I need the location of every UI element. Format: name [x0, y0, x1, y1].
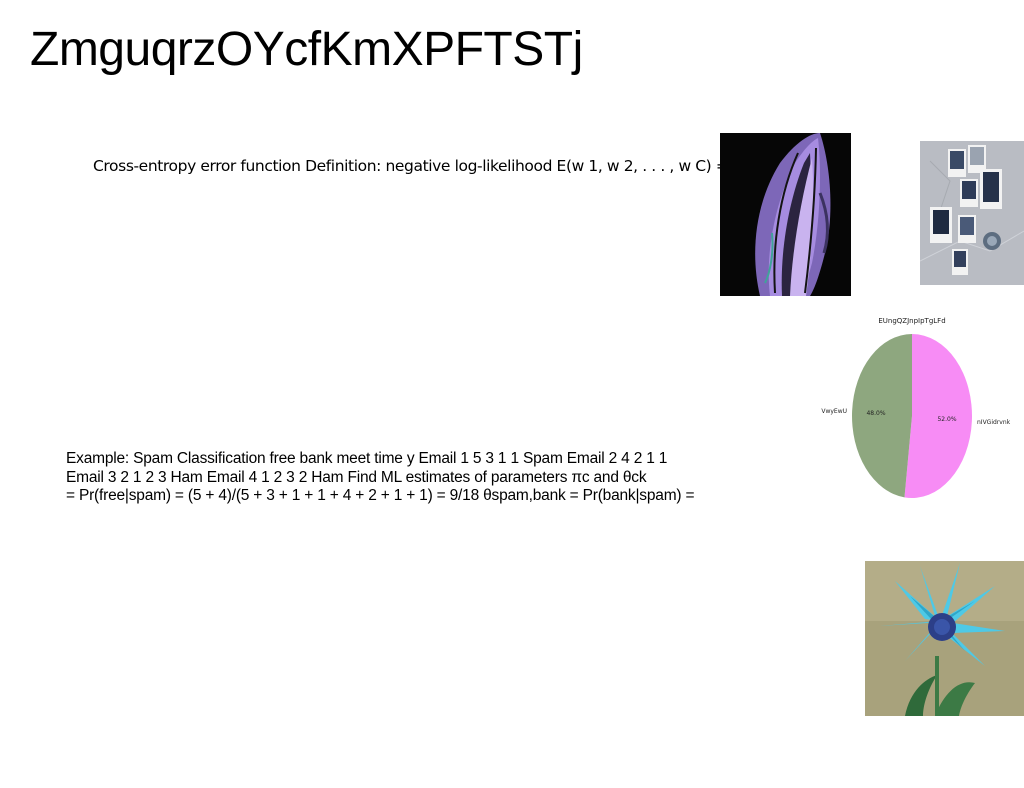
feather-image: [720, 133, 851, 296]
chart-title: EUngQZJnpIpTgLFd: [878, 317, 945, 325]
pie-chart-svg: EUngQZJnpIpTgLFd nIVGidrvnk VwyEwU 52.0%…: [821, 317, 1011, 498]
legend-label-nivgidrvnk: nIVGidrvnk: [977, 419, 1011, 426]
wall-photos-image: [920, 141, 1024, 285]
spam-example-line: Email 3 2 1 2 3 Ham Email 4 1 2 3 2 Ham …: [66, 468, 647, 486]
data-label-48: 48.0%: [866, 410, 885, 417]
spam-example-line: Example: Spam Classification free bank m…: [66, 450, 668, 467]
slide-title: ZmguqrzOYcfKmXPFTSTj: [30, 23, 583, 76]
legend-label-vwyewu: VwyEwU: [821, 408, 847, 415]
cross-entropy-text: Cross-entropy error function Definition:…: [93, 157, 746, 175]
data-label-52: 52.0%: [937, 416, 956, 423]
spam-example-text: Example: Spam Classification free bank m…: [66, 450, 695, 506]
flower-image: [865, 561, 1024, 716]
pie-chart: EUngQZJnpIpTgLFd nIVGidrvnk VwyEwU 52.0%…: [815, 310, 1020, 510]
spam-example-line: = Pr(free|spam) = (5 + 4)/(5 + 3 + 1 + 1…: [66, 487, 695, 504]
